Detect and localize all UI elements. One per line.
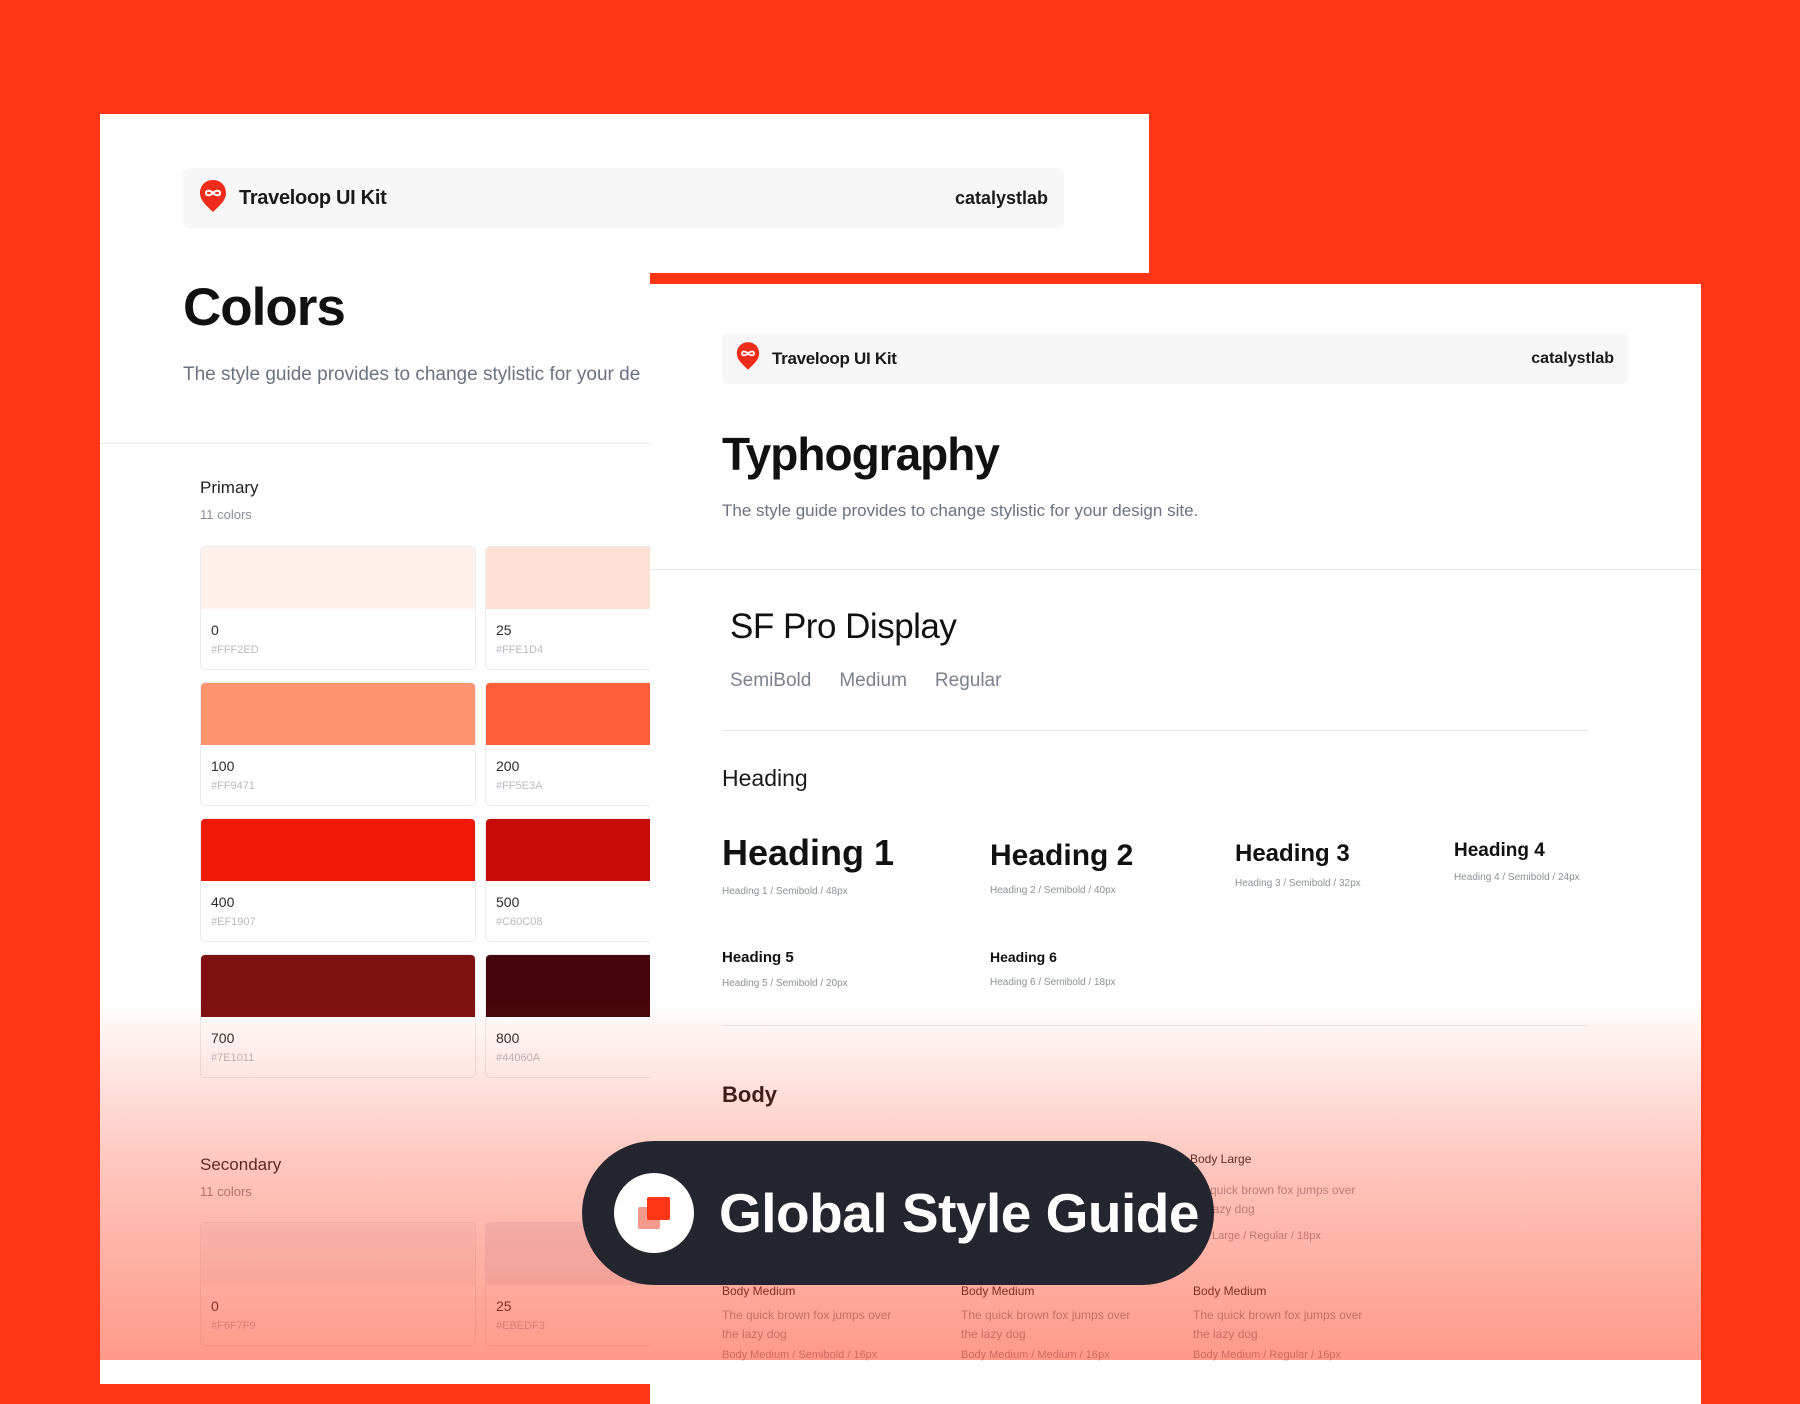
body-medium-text: The quick brown fox jumps over the lazy … <box>961 1308 1131 1341</box>
body-medium-title: Body Medium <box>961 1284 1035 1298</box>
heading-5-sample: Heading 5 <box>722 949 794 966</box>
swatch-label: 0 <box>211 1298 219 1314</box>
body-medium-caption: Body Medium / Semibold / 16px <box>722 1349 878 1361</box>
brand[interactable]: Traveloop UI Kit <box>736 341 897 376</box>
heading-6-caption: Heading 6 / Semibold / 18px <box>990 977 1116 988</box>
swatch-hex: #7E1011 <box>211 1052 255 1064</box>
swatch-label: 0 <box>211 622 219 638</box>
heading-section-title: Heading <box>722 765 808 791</box>
swatch-color-block <box>201 819 475 881</box>
body-large-text: quick brown fox jumps over lazy dog <box>1210 1183 1356 1216</box>
heading-4-caption: Heading 4 / Semibold / 24px <box>1454 872 1580 883</box>
page-description: The style guide provides to change styli… <box>183 364 641 385</box>
heading-3-caption: Heading 3 / Semibold / 32px <box>1235 878 1361 889</box>
page-title: Colors <box>183 278 346 337</box>
divider <box>650 569 1701 570</box>
swatch-color-block <box>201 955 475 1017</box>
swatch-label: 100 <box>211 758 235 774</box>
brand[interactable]: Traveloop UI Kit <box>199 179 387 218</box>
color-swatch-0[interactable]: 0 #FFF2ED <box>200 546 476 670</box>
body-medium-title: Body Medium <box>722 1284 796 1298</box>
swatch-hex: #F6F7F9 <box>211 1320 256 1332</box>
heading-6-sample: Heading 6 <box>990 949 1057 965</box>
divider <box>722 1025 1588 1026</box>
brand-name: Traveloop UI Kit <box>239 186 387 209</box>
swatch-label: 400 <box>211 894 235 910</box>
swatch-hex: #EF1907 <box>211 916 256 928</box>
panel-gap-strip <box>650 273 1150 284</box>
org-name[interactable]: catalystlab <box>955 188 1048 209</box>
body-large-title: Body Large <box>1190 1152 1252 1166</box>
secondary-group-count: 11 colors <box>200 1184 252 1199</box>
swatch-color-block <box>201 1223 475 1285</box>
body-large-caption: Large / Regular / 18px <box>1212 1230 1321 1242</box>
body-medium-title: Body Medium <box>1193 1284 1267 1298</box>
heading-1-caption: Heading 1 / Semibold / 48px <box>722 886 848 897</box>
heading-3-sample: Heading 3 <box>1235 840 1350 867</box>
traveloop-logo-icon <box>199 179 227 218</box>
swatch-hex: #FFF2ED <box>211 644 259 656</box>
heading-2-caption: Heading 2 / Semibold / 40px <box>990 885 1116 896</box>
badge-label: Global Style Guide <box>719 1182 1199 1244</box>
heading-2-sample: Heading 2 <box>990 839 1134 872</box>
swatch-hex: #FF9471 <box>211 780 256 792</box>
color-swatch-700[interactable]: 700 #7E1011 <box>200 954 476 1078</box>
global-style-guide-badge[interactable]: Global Style Guide <box>582 1141 1214 1285</box>
body-medium-caption: Body Medium / Regular / 16px <box>1193 1349 1341 1361</box>
stacked-squares-icon <box>614 1173 694 1253</box>
body-medium-text: The quick brown fox jumps over the lazy … <box>1193 1308 1363 1341</box>
color-swatch-400[interactable]: 400 #EF1907 <box>200 818 476 942</box>
divider <box>722 730 1588 731</box>
page-title: Typhography <box>722 428 1000 480</box>
org-name[interactable]: catalystlab <box>1531 350 1614 368</box>
font-family-name: SF Pro Display <box>730 607 957 646</box>
body-medium-caption: Body Medium / Medium / 16px <box>961 1349 1110 1361</box>
swatch-color-block <box>201 683 475 745</box>
color-swatch-100[interactable]: 100 #FF9471 <box>200 682 476 806</box>
swatch-color-block <box>201 547 475 609</box>
font-weights: SemiBold Medium Regular <box>730 670 1001 692</box>
weight-regular[interactable]: Regular <box>935 670 1002 692</box>
colors-topbar: Traveloop UI Kit catalystlab <box>183 168 1064 228</box>
color-swatch-0[interactable]: 0 #F6F7F9 <box>200 1222 476 1346</box>
heading-1-sample: Heading 1 <box>722 832 895 873</box>
primary-group-count: 11 colors <box>200 507 252 522</box>
swatch-label: 700 <box>211 1030 235 1046</box>
page-description: The style guide provides to change styli… <box>722 501 1199 520</box>
typography-topbar: Traveloop UI Kit catalystlab <box>722 333 1628 384</box>
heading-4-sample: Heading 4 <box>1454 840 1545 861</box>
secondary-group-title: Secondary <box>200 1155 282 1174</box>
brand-name: Traveloop UI Kit <box>772 348 897 368</box>
weight-semibold[interactable]: SemiBold <box>730 670 811 692</box>
primary-group-title: Primary <box>200 478 259 497</box>
body-section-title: Body <box>722 1082 777 1107</box>
traveloop-logo-icon <box>736 341 760 376</box>
weight-medium[interactable]: Medium <box>839 670 907 692</box>
body-medium-text: The quick brown fox jumps over the lazy … <box>722 1308 892 1341</box>
heading-5-caption: Heading 5 / Semibold / 20px <box>722 978 848 989</box>
